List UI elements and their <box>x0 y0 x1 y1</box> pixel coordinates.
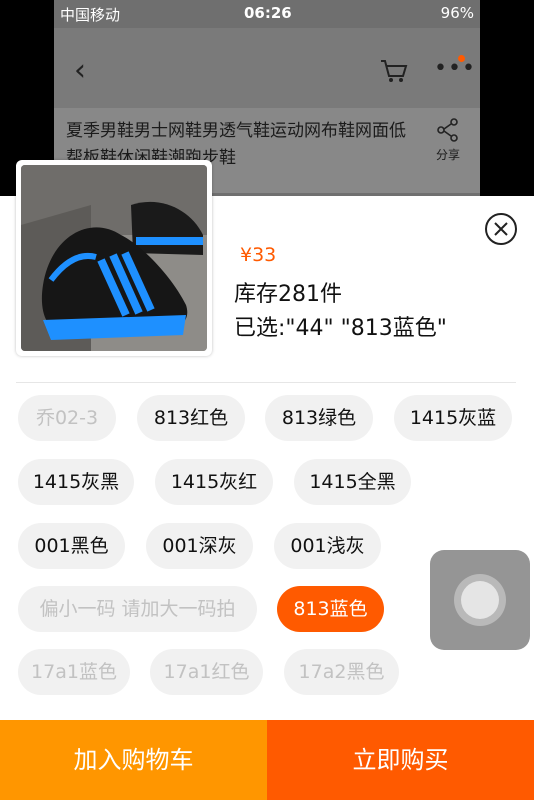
share-label: 分享 <box>435 148 460 162</box>
shoe-image <box>21 165 207 351</box>
option-chip[interactable]: 17a2黑色 <box>284 649 399 695</box>
carrier-label: 中国移动 <box>60 6 121 24</box>
option-chip[interactable]: 偏小一码 请加大一码拍 <box>18 586 257 632</box>
option-chip-selected[interactable]: 813蓝色 <box>277 586 384 632</box>
more-icon[interactable]: ••• <box>434 56 476 81</box>
option-chip[interactable]: 1415灰红 <box>155 459 273 505</box>
battery-level: 96% <box>440 4 474 22</box>
option-chip[interactable]: 001深灰 <box>146 523 253 569</box>
option-chip[interactable]: 1415灰蓝 <box>394 395 512 441</box>
option-chip[interactable]: 17a1红色 <box>150 649 263 695</box>
option-chip[interactable]: 813红色 <box>137 395 245 441</box>
close-icon[interactable] <box>484 212 518 246</box>
option-chip[interactable]: 1415灰黑 <box>18 459 134 505</box>
share-button[interactable]: 分享 <box>424 118 472 163</box>
assistive-touch-button[interactable] <box>430 550 530 650</box>
option-chip[interactable]: 1415全黑 <box>294 459 411 505</box>
price: ¥33 <box>240 244 277 266</box>
buy-now-button[interactable]: 立即购买 <box>267 720 534 800</box>
share-icon <box>437 118 458 142</box>
stock-count: 库存281件 <box>234 282 342 307</box>
divider <box>16 382 516 383</box>
product-thumbnail <box>16 160 212 356</box>
selected-spec: 已选:"44" "813蓝色" <box>234 316 447 341</box>
cart-icon[interactable] <box>380 58 408 88</box>
status-bar: 中国移动 06:26 96% <box>54 0 480 28</box>
clock: 06:26 <box>244 4 292 22</box>
notification-dot <box>458 55 465 62</box>
option-chip[interactable]: 001黑色 <box>18 523 125 569</box>
option-chip[interactable]: 17a1蓝色 <box>18 649 130 695</box>
nav-bar: ‹ ••• <box>54 28 480 108</box>
back-icon[interactable]: ‹ <box>74 56 86 86</box>
add-to-cart-button[interactable]: 加入购物车 <box>0 720 267 800</box>
option-chip[interactable]: 813绿色 <box>265 395 373 441</box>
bottom-action-bar: 加入购物车 立即购买 <box>0 720 534 800</box>
option-chip[interactable]: 001浅灰 <box>274 523 381 569</box>
option-chip[interactable]: 乔02-3 <box>18 395 116 441</box>
